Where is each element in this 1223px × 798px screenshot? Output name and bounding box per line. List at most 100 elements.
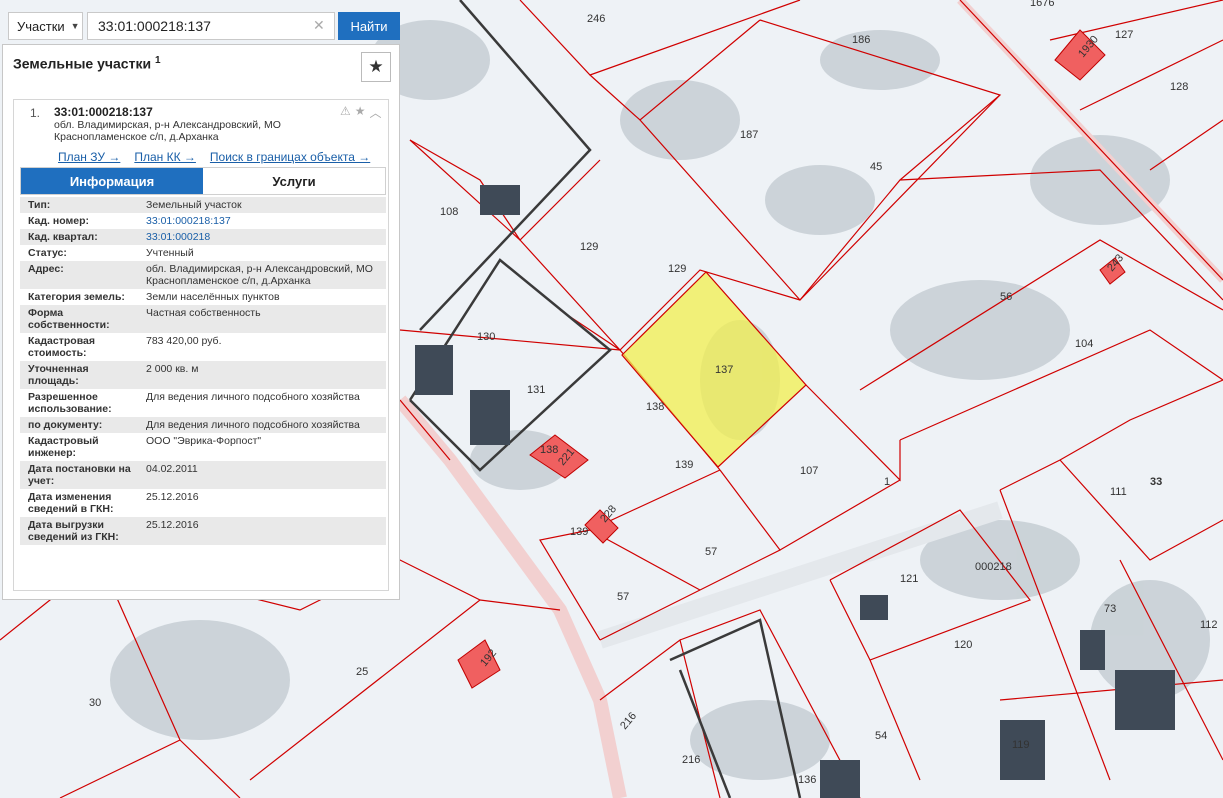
detail-value: Земельный участок xyxy=(146,199,242,211)
parcel-label: 54 xyxy=(875,730,887,742)
parcel-label: 1676 xyxy=(1030,0,1054,9)
detail-row: Разрешенное использование: Для ведения ли… xyxy=(20,389,386,417)
detail-key: Дата постановки на учет: xyxy=(28,463,131,487)
search-button[interactable]: Найти xyxy=(338,12,400,40)
parcel-label: 56 xyxy=(1000,291,1012,303)
result-cad-number[interactable]: 33:01:000218:137 xyxy=(54,105,153,119)
search-type-label: Участки xyxy=(17,18,65,34)
detail-key: Адрес: xyxy=(28,263,64,275)
parcel-label: 25 xyxy=(356,666,368,678)
parcel-label: 129 xyxy=(668,263,686,275)
plan-zu-link[interactable]: План ЗУ → xyxy=(58,150,120,164)
detail-key: Разрешенное использование: xyxy=(28,391,112,415)
result-card: 1. 33:01:000218:137 обл. Владимирская, р… xyxy=(13,99,389,591)
result-tabs: Информация Услуги xyxy=(20,167,386,195)
detail-row: Кад. номер: 33:01:000218:137 xyxy=(20,213,386,229)
result-index: 1. xyxy=(30,106,41,120)
card-actions: ⚠ ★ ︿ xyxy=(340,104,382,121)
parcel-label: 73 xyxy=(1104,603,1116,615)
detail-row: Адрес: обл. Владимирская, р-н Александров… xyxy=(20,261,386,289)
detail-value: 04.02.2011 xyxy=(146,463,198,475)
parcel-label: 187 xyxy=(740,129,758,141)
parcel-label: 57 xyxy=(705,546,717,558)
parcel-label: 216 xyxy=(682,754,700,766)
parcel-label: 111 xyxy=(1110,486,1127,498)
detail-value: ООО "Эврика-Форпост" xyxy=(146,435,262,447)
parcel-label: 129 xyxy=(580,241,598,253)
detail-key: Уточненная площадь: xyxy=(28,363,89,387)
detail-row: Кад. квартал: 33:01:000218 xyxy=(20,229,386,245)
parcel-label: 136 xyxy=(798,774,816,786)
parcel-label: 137 xyxy=(715,364,733,376)
results-panel: Земельные участки 1 ★ 1. 33:01:000218:13… xyxy=(2,44,400,600)
detail-row: Дата выгрузки сведений из ГКН: 25.12.2016 xyxy=(20,517,386,545)
parcel-label: 121 xyxy=(900,573,918,585)
detail-key: Тип: xyxy=(28,199,51,211)
panel-title: Земельные участки 1 xyxy=(13,55,161,72)
parcel-label: 186 xyxy=(852,34,870,46)
tab-info[interactable]: Информация xyxy=(21,168,203,194)
detail-value: Для ведения личного подсобного хозяйства xyxy=(146,419,360,431)
detail-row: Дата изменения сведений в ГКН: 25.12.2016 xyxy=(20,489,386,517)
parcel-label: 246 xyxy=(587,13,605,25)
plan-kk-link[interactable]: План КК → xyxy=(134,150,196,164)
parcel-label: 119 xyxy=(1012,739,1030,751)
panel-title-text: Земельные участки xyxy=(13,55,152,72)
parcel-label: 138 xyxy=(540,444,558,456)
detail-row: Форма собственности: Частная собственност… xyxy=(20,305,386,333)
detail-value: Земли населённых пунктов xyxy=(146,291,280,303)
detail-key: Категория земель: xyxy=(28,291,125,303)
parcel-label: 107 xyxy=(800,465,818,477)
parcel-label: 120 xyxy=(954,639,972,651)
parcel-label: 139 xyxy=(675,459,693,471)
results-count: 1 xyxy=(154,55,161,66)
result-address: обл. Владимирская, р-н Александровский, … xyxy=(54,119,281,143)
parcel-label: 33 xyxy=(1150,476,1162,488)
parcel-label: 108 xyxy=(440,206,458,218)
search-bounds-link[interactable]: Поиск в границах объекта → xyxy=(210,150,370,164)
detail-row: Категория земель: Земли населённых пункто… xyxy=(20,289,386,305)
detail-value: Учтенный xyxy=(146,247,194,259)
tab-services[interactable]: Услуги xyxy=(203,168,385,194)
parcel-label: 128 xyxy=(1170,81,1188,93)
parcel-label: 139 xyxy=(570,526,588,538)
clear-icon[interactable]: ✕ xyxy=(313,17,325,34)
detail-value: Частная собственность xyxy=(146,307,261,319)
warning-icon[interactable]: ⚠ xyxy=(340,104,351,121)
detail-key: Кад. номер: xyxy=(28,215,90,227)
parcel-label: 45 xyxy=(870,161,882,173)
parcel-label: 131 xyxy=(527,384,545,396)
detail-key: Кадастровый инженер: xyxy=(28,435,99,459)
search-bar: Участки ▼ ✕ Найти xyxy=(4,10,400,42)
detail-row: по документу: Для ведения личного подсобн… xyxy=(20,417,386,433)
detail-value: 2 000 кв. м xyxy=(146,363,199,375)
detail-value: 783 420,00 руб. xyxy=(146,335,222,347)
detail-row: Кадастровая стоимость: 783 420,00 руб. xyxy=(20,333,386,361)
search-input[interactable] xyxy=(87,12,335,40)
detail-key: Кад. квартал: xyxy=(28,231,98,243)
parcel-label: 130 xyxy=(477,331,495,343)
parcel-label: 000218 xyxy=(975,561,1012,573)
parcel-label: 57 xyxy=(617,591,629,603)
favorite-button[interactable]: ★ xyxy=(361,52,391,82)
parcel-label: 112 xyxy=(1200,619,1218,631)
chevron-up-icon[interactable]: ︿ xyxy=(370,104,382,121)
detail-key: Дата изменения сведений в ГКН: xyxy=(28,491,114,515)
detail-row: Кадастровый инженер: ООО "Эврика-Форпост" xyxy=(20,433,386,461)
detail-value[interactable]: 33:01:000218:137 xyxy=(140,215,386,227)
detail-value: 25.12.2016 xyxy=(146,519,199,531)
parcel-label: 30 xyxy=(89,697,101,709)
detail-value: 25.12.2016 xyxy=(146,491,199,503)
chevron-down-icon: ▼ xyxy=(70,21,80,31)
search-type-select[interactable]: Участки ▼ xyxy=(8,12,83,40)
detail-value[interactable]: 33:01:000218 xyxy=(140,231,386,243)
detail-row: Тип: Земельный участок xyxy=(20,197,386,213)
detail-row: Статус: Учтенный xyxy=(20,245,386,261)
detail-value: Для ведения личного подсобного хозяйства xyxy=(146,391,360,403)
star-icon[interactable]: ★ xyxy=(355,104,366,121)
detail-value: обл. Владимирская, р-н Александровский, … xyxy=(146,263,373,287)
detail-key: Кадастровая стоимость: xyxy=(28,335,95,359)
detail-row: Дата постановки на учет: 04.02.2011 xyxy=(20,461,386,489)
parcel-label: 138 xyxy=(646,401,664,413)
detail-key: Форма собственности: xyxy=(28,307,110,331)
